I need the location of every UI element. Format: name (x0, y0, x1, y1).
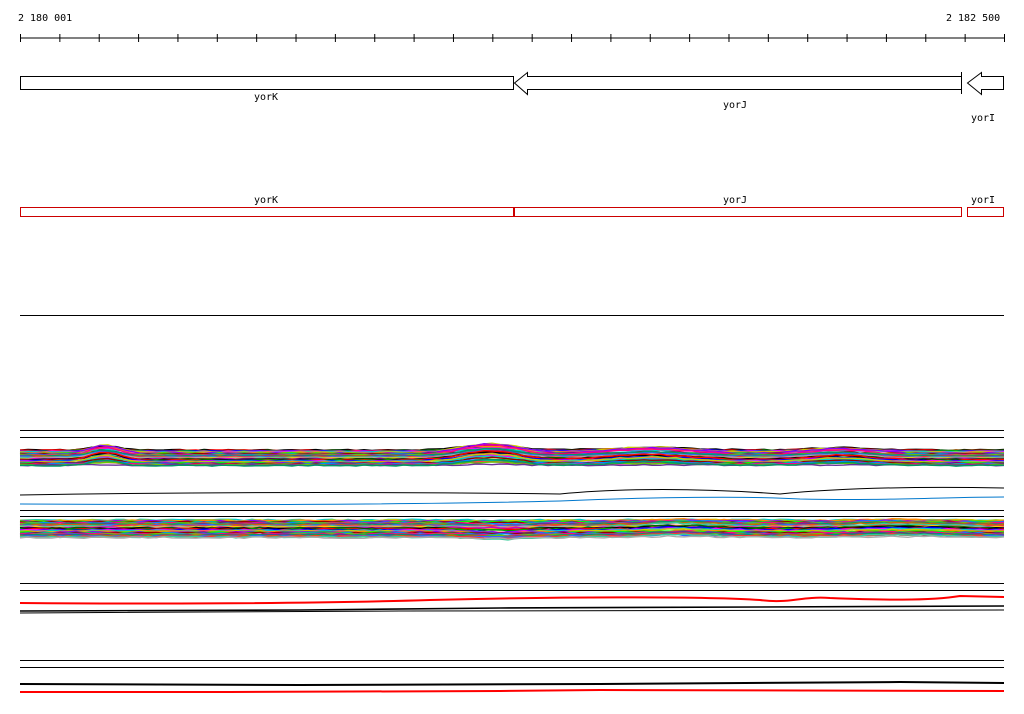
expression-line (19, 594, 1005, 605)
annotation-box-yorJ[interactable] (514, 207, 962, 217)
gene-arrow-track (20, 71, 1004, 96)
expression-track-group-5 (19, 660, 1005, 693)
expression-track-group-2 (19, 486, 1005, 506)
coordinate-ruler (20, 34, 1005, 42)
expression-line (19, 486, 1005, 496)
expression-track-group-3 (19, 510, 1005, 541)
genome-browser-canvas (19, 34, 1005, 693)
annotation-track (20, 207, 1004, 217)
gene-arrow-yorJ[interactable] (513, 71, 962, 96)
annotation-box-yorI[interactable] (967, 207, 1004, 217)
annotation-box-yorK[interactable] (20, 207, 514, 217)
expression-line (20, 688, 1005, 693)
gene-arrow-yorI[interactable] (966, 71, 1004, 96)
expression-track-group-1 (19, 430, 1005, 467)
expression-line (19, 496, 1005, 506)
expression-line (19, 680, 1005, 687)
gene-arrow-yorK[interactable] (20, 76, 514, 90)
expression-track-group-4 (19, 583, 1005, 614)
